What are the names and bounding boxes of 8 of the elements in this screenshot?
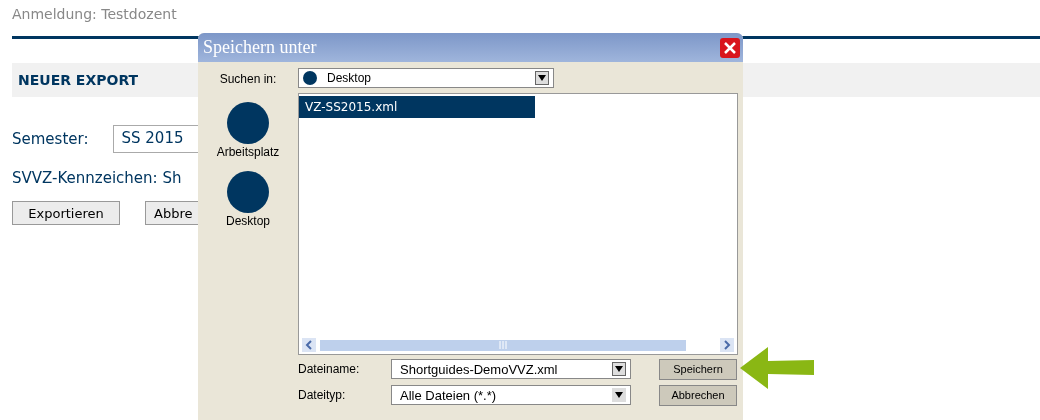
look-in-label: Suchen in: <box>219 72 277 88</box>
svvz-text: SVVZ-Kennzeichen: Sh <box>12 169 183 187</box>
filetype-label: Dateityp: <box>298 388 347 402</box>
dialog-title: Speichern unter <box>203 37 317 58</box>
login-text: Anmeldung: Testdozent <box>11 5 178 24</box>
semester-label: Semester: <box>12 130 89 148</box>
section-title: NEUER EXPORT <box>18 72 139 88</box>
filename-label: Dateiname: <box>298 362 361 376</box>
